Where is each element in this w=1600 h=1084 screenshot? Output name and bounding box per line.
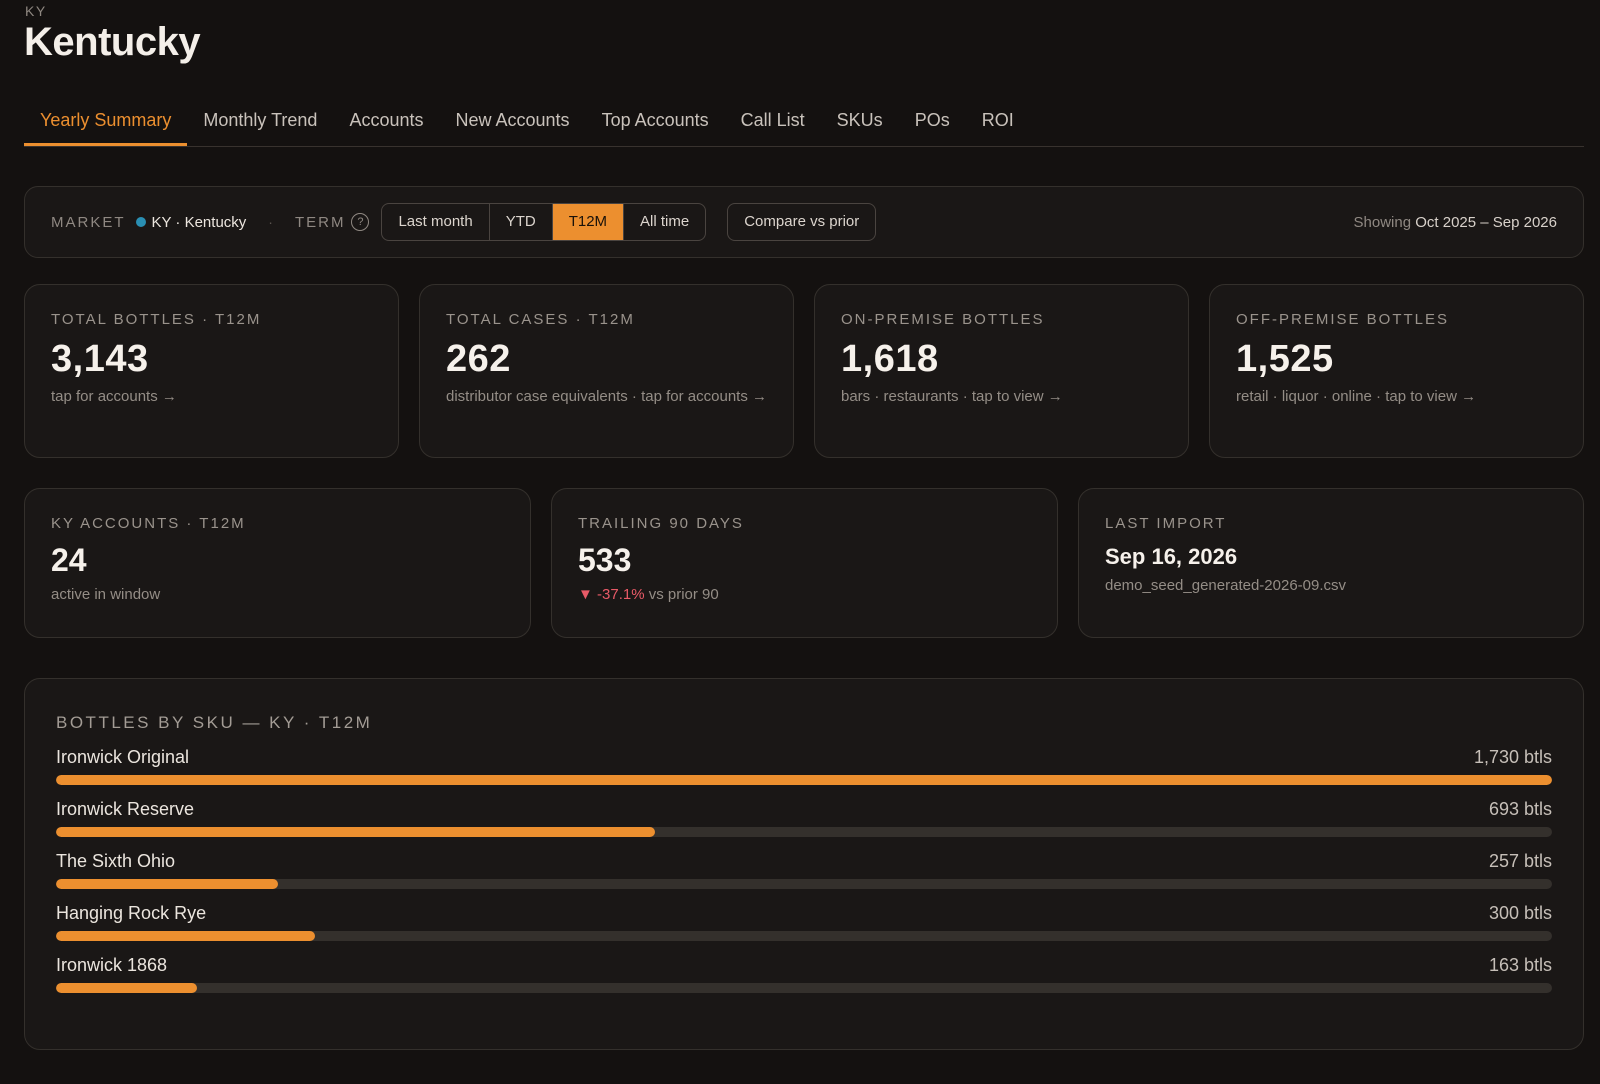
showing-range: Oct 2025 – Sep 2026 (1415, 213, 1557, 231)
kpi-card-on-premise[interactable]: ON-PREMISE BOTTLES 1,618 bars · restaura… (814, 284, 1189, 458)
term-label: TERM (294, 213, 346, 231)
kpi-card-total-bottles[interactable]: TOTAL BOTTLES · T12M 3,143 tap for accou… (24, 284, 399, 458)
sku-bottles-chart: BOTTLES BY SKU — KY · T12M Ironwick Orig… (24, 678, 1584, 1050)
kpi-card-off-premise[interactable]: OFF-PREMISE BOTTLES 1,525 retail · liquo… (1209, 284, 1584, 458)
sku-name: Hanging Rock Rye (56, 903, 207, 923)
stat-label: LAST IMPORT (1105, 515, 1227, 532)
sku-bar-fill (56, 879, 279, 889)
sku-bar-list: Ironwick Original 1,730 btls Ironwick Rese… (56, 747, 1552, 993)
kpi-link[interactable]: retail · liquor · online · tap to view → (1236, 387, 1557, 407)
sku-row: Ironwick Reserve 693 btls (56, 799, 1552, 820)
tab-pos[interactable]: POs (899, 100, 966, 146)
tab-roi[interactable]: ROI (966, 100, 1030, 146)
stat-value: 24 (51, 542, 87, 578)
showing-prefix: Showing (1353, 213, 1412, 231)
delta-down-value: ▼ -37.1% (578, 586, 645, 603)
page: KY Kentucky Yearly Summary Monthly Trend… (0, 0, 1600, 1084)
sku-bar-track (56, 879, 1552, 889)
sku-row: Ironwick Original 1,730 btls (56, 747, 1552, 768)
stat-card-last-import: LAST IMPORT Sep 16, 2026 demo_seed_gener… (1078, 488, 1584, 638)
kpi-label: ON-PREMISE BOTTLES (841, 311, 1045, 328)
sku-value-label: 257 btls (1488, 851, 1552, 871)
sku-bar-fill (56, 983, 197, 993)
sku-value-label: 693 btls (1488, 799, 1552, 819)
stat-sub: active in window (51, 586, 161, 603)
sku-bar-track (56, 827, 1552, 837)
filter-separator: · (268, 214, 273, 230)
sku-name: Ironwick 1868 (56, 955, 168, 975)
chart-title: BOTTLES BY SKU — KY · T12M (56, 713, 373, 732)
sku-name: Ironwick Original (56, 747, 190, 767)
stat-delta-row: ▼ -37.1% vs prior 90 (578, 585, 1031, 605)
import-date: Sep 16, 2026 (1105, 544, 1238, 569)
filter-bar: MARKET KY · Kentucky · TERM ? Last month… (24, 186, 1584, 258)
sku-value-label: 1,730 btls (1473, 747, 1552, 767)
page-title: Kentucky (24, 20, 201, 64)
stat-label: TRAILING 90 DAYS (578, 515, 744, 532)
sku-bar-item: Hanging Rock Rye 300 btls (56, 903, 1552, 941)
sku-bar-fill (56, 775, 1552, 785)
tab-accounts[interactable]: Accounts (333, 100, 439, 146)
tab-skus[interactable]: SKUs (821, 100, 899, 146)
sku-value-label: 300 btls (1488, 903, 1552, 923)
stat-label: KY ACCOUNTS · T12M (51, 515, 246, 532)
date-range-display: Showing Oct 2025 – Sep 2026 (1354, 214, 1558, 231)
sku-row: The Sixth Ohio 257 btls (56, 851, 1552, 872)
kpi-value: 3,143 (51, 338, 149, 380)
term-ytd-button[interactable]: YTD (490, 204, 553, 240)
sku-bar-fill (56, 931, 316, 941)
sku-bar-item: Ironwick 1868 163 btls (56, 955, 1552, 993)
sku-bar-track (56, 775, 1552, 785)
import-filename: demo_seed_generated-2026-09.csv (1105, 577, 1347, 594)
market-dot-icon (135, 217, 146, 227)
term-last-month-button[interactable]: Last month (382, 204, 490, 240)
stat-value: 533 (578, 542, 632, 578)
kpi-card-total-cases[interactable]: TOTAL CASES · T12M 262 distributor case … (419, 284, 794, 458)
sku-bar-item: Ironwick Reserve 693 btls (56, 799, 1552, 837)
kpi-link[interactable]: bars · restaurants · tap to view → (841, 387, 1162, 407)
kpi-link[interactable]: distributor case equivalents · tap for a… (446, 387, 767, 407)
term-selector: Last month YTD T12M All time (381, 203, 707, 241)
tab-bar: Yearly Summary Monthly Trend Accounts Ne… (24, 100, 1584, 147)
delta-suffix: vs prior 90 (648, 586, 719, 603)
kpi-value: 1,618 (841, 338, 939, 380)
kpi-value: 1,525 (1236, 338, 1334, 380)
tab-yearly-summary[interactable]: Yearly Summary (24, 100, 188, 146)
sku-name: The Sixth Ohio (56, 851, 176, 871)
term-t12m-button[interactable]: T12M (552, 204, 625, 240)
market-label: MARKET (51, 213, 126, 231)
sku-bar-item: The Sixth Ohio 257 btls (56, 851, 1552, 889)
sku-name: Ironwick Reserve (56, 799, 195, 819)
stat-card-trailing-90: TRAILING 90 DAYS 533 ▼ -37.1% vs prior 9… (551, 488, 1058, 638)
sku-row: Hanging Rock Rye 300 btls (56, 903, 1552, 924)
stat-card-accounts: KY ACCOUNTS · T12M 24 active in window (24, 488, 531, 638)
kpi-label: TOTAL CASES · T12M (446, 311, 635, 328)
market-value[interactable]: KY · Kentucky (152, 214, 247, 231)
sku-bar-track (56, 931, 1552, 941)
tab-monthly-trend[interactable]: Monthly Trend (187, 100, 333, 146)
sku-row: Ironwick 1868 163 btls (56, 955, 1552, 976)
sku-bar-item: Ironwick Original 1,730 btls (56, 747, 1552, 785)
sku-bar-track (56, 983, 1552, 993)
tab-new-accounts[interactable]: New Accounts (440, 100, 586, 146)
kpi-label: OFF-PREMISE BOTTLES (1236, 311, 1450, 328)
market-code: KY (25, 3, 47, 19)
compare-prior-button[interactable]: Compare vs prior (727, 203, 877, 241)
tab-top-accounts[interactable]: Top Accounts (586, 100, 725, 146)
kpi-link[interactable]: tap for accounts → (51, 387, 372, 407)
help-icon[interactable]: ? (351, 213, 370, 231)
sku-bar-fill (56, 827, 656, 837)
tab-call-list[interactable]: Call List (725, 100, 821, 146)
kpi-value: 262 (446, 338, 511, 380)
sku-value-label: 163 btls (1488, 955, 1552, 975)
kpi-label: TOTAL BOTTLES · T12M (51, 311, 262, 328)
term-all-time-button[interactable]: All time (624, 204, 705, 240)
